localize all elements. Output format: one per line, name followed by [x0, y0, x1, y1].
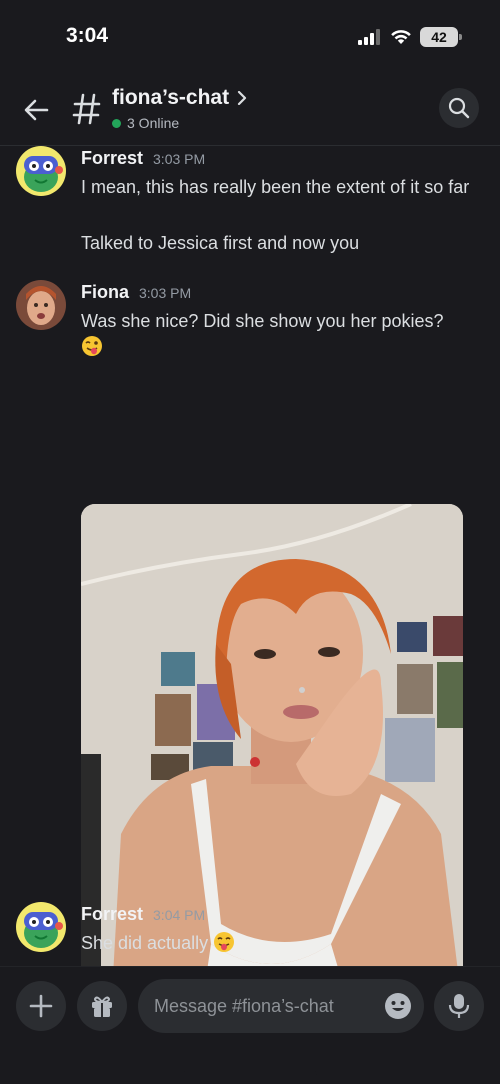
message-text: Was she nice? Did she show you her pokie… — [81, 308, 481, 360]
hash-icon — [72, 93, 101, 125]
online-status: 3 Online — [112, 115, 179, 131]
home-indicator — [183, 1071, 317, 1076]
status-icons: 42 — [358, 27, 462, 47]
add-attachment-button[interactable] — [16, 981, 66, 1031]
message-header: Forrest 3:04 PM — [81, 904, 205, 925]
message-text: Talked to Jessica first and now you — [81, 233, 360, 253]
message-text: I mean, this has really been the extent … — [81, 177, 470, 197]
message-composer: Message #fiona’s-chat — [0, 966, 500, 1084]
message-header: Forrest 3:03 PM — [81, 148, 205, 169]
battery-icon: 42 — [420, 27, 462, 47]
channel-name: fiona’s-chat — [112, 86, 230, 109]
microphone-icon — [448, 994, 470, 1018]
online-dot-icon — [112, 118, 121, 128]
avatar[interactable] — [16, 146, 66, 196]
gift-button[interactable] — [77, 981, 127, 1031]
message-list[interactable]: Forrest 3:03 PM I mean, this has really … — [0, 146, 500, 966]
message-text-line: Was she nice? Did she show you her pokie… — [81, 311, 444, 331]
signal-icon — [358, 29, 380, 45]
author-name[interactable]: Forrest — [81, 904, 143, 925]
back-arrow-icon[interactable] — [20, 94, 52, 126]
image-attachment[interactable] — [81, 504, 463, 966]
status-time: 3:04 — [66, 24, 109, 47]
forrest-avatar-image — [16, 146, 66, 196]
author-name[interactable]: Forrest — [81, 148, 143, 169]
emoji-picker-icon[interactable] — [384, 992, 412, 1020]
attachment-photo — [81, 504, 463, 966]
fiona-avatar-image — [16, 280, 66, 330]
forrest-avatar-image — [16, 902, 66, 952]
chevron-right-icon — [237, 91, 247, 105]
channel-header: fiona’s-chat 3 Online — [0, 78, 500, 146]
channel-title[interactable]: fiona’s-chat — [112, 86, 249, 110]
message-text: She did actually — [81, 930, 481, 956]
author-name[interactable]: Fiona — [81, 282, 129, 303]
wifi-icon — [391, 30, 411, 44]
message-input[interactable]: Message #fiona’s-chat — [138, 979, 424, 1033]
status-bar: 3:04 42 — [0, 0, 500, 70]
avatar[interactable] — [16, 280, 66, 330]
search-button[interactable] — [439, 88, 479, 128]
timestamp: 3:03 PM — [153, 151, 206, 167]
message-input-placeholder: Message #fiona’s-chat — [154, 995, 334, 1016]
message-header: Fiona 3:03 PM — [81, 282, 191, 303]
timestamp: 3:04 PM — [153, 907, 206, 923]
winking-tongue-emoji-icon — [82, 336, 102, 356]
search-icon — [448, 97, 470, 119]
avatar[interactable] — [16, 902, 66, 952]
plus-icon — [29, 994, 53, 1018]
timestamp: 3:03 PM — [139, 285, 192, 301]
tongue-emoji-icon — [214, 932, 235, 952]
gift-icon — [92, 996, 112, 1017]
voice-message-button[interactable] — [434, 981, 484, 1031]
online-count: 3 Online — [127, 115, 180, 131]
message-text-line: She did actually — [81, 933, 209, 953]
